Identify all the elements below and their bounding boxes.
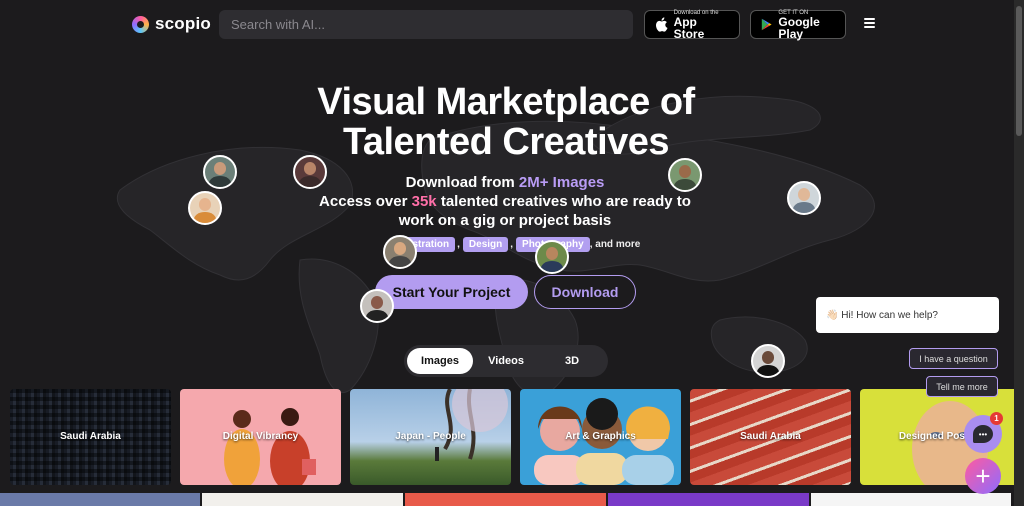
quick-reply-question[interactable]: I have a question — [909, 348, 998, 369]
hamburger-icon[interactable] — [864, 18, 875, 28]
title-line-2: Talented Creatives — [342, 121, 670, 163]
card-label: Saudi Arabia — [60, 431, 121, 442]
creative-avatar[interactable] — [203, 155, 237, 189]
brand-name: scopio — [155, 14, 211, 33]
page-scrollbar[interactable] — [1014, 0, 1024, 506]
preview-strip[interactable] — [405, 493, 606, 506]
collection-card[interactable]: Japan - People — [350, 389, 511, 485]
start-project-button[interactable]: Start Your Project — [375, 275, 528, 309]
preview-strip[interactable] — [811, 493, 1011, 506]
tags-suffix: , and more — [589, 239, 641, 250]
card-label: Saudi Arabia — [740, 431, 801, 442]
images-count-highlight: 2M+ Images — [518, 174, 605, 191]
search-input[interactable] — [219, 16, 633, 33]
preview-strip[interactable] — [202, 493, 403, 506]
scrollbar-thumb[interactable] — [1016, 6, 1022, 136]
card-label: Art & Graphics — [565, 431, 636, 442]
google-play-icon — [761, 18, 772, 31]
collection-cards: Saudi Arabia Digital Vibrancy Japan - Pe… — [10, 389, 1021, 485]
card-label: Japan - People — [395, 431, 466, 442]
add-fab-button[interactable]: + — [965, 458, 1001, 494]
subtitle-line-3: work on a gig or project basis — [398, 212, 612, 229]
tag-design[interactable]: Design — [462, 237, 509, 252]
creative-avatar[interactable] — [360, 289, 394, 323]
creative-avatar[interactable] — [188, 191, 222, 225]
collection-card[interactable]: Saudi Arabia — [690, 389, 851, 485]
chat-notification-badge: 1 — [990, 412, 1003, 425]
scopio-logo-icon — [132, 15, 149, 33]
preview-strip[interactable] — [0, 493, 200, 506]
apple-icon — [656, 17, 668, 32]
creative-avatar[interactable] — [787, 181, 821, 215]
creative-avatar[interactable] — [751, 344, 785, 378]
collection-card[interactable]: Digital Vibrancy — [180, 389, 341, 485]
card-label: Digital Vibrancy — [222, 431, 299, 442]
collection-card[interactable]: Art & Graphics — [520, 389, 681, 485]
page-title: Visual Marketplace of Talented Creatives — [250, 82, 762, 162]
subtitle-line-2-prefix: Access over — [319, 193, 412, 210]
chat-greeting-bubble: 👋🏻 Hi! How can we help? — [816, 297, 999, 333]
creative-avatar[interactable] — [535, 240, 569, 274]
preview-strip[interactable] — [608, 493, 809, 506]
quick-reply-tell-more[interactable]: Tell me more — [926, 376, 998, 397]
google-play-big-text: Google Play — [778, 14, 820, 41]
hero-subtitle: Download from 2M+ Images Access over 35k… — [280, 173, 730, 230]
chat-bubble-icon: ••• — [973, 425, 993, 443]
search-bar[interactable] — [219, 10, 633, 39]
download-button[interactable]: Download — [534, 275, 636, 309]
creative-avatar[interactable] — [293, 155, 327, 189]
creative-avatar[interactable] — [383, 235, 417, 269]
subtitle-line-1-prefix: Download from — [405, 174, 519, 191]
tab-3d[interactable]: 3D — [539, 348, 605, 374]
creative-avatar[interactable] — [668, 158, 702, 192]
tab-images[interactable]: Images — [407, 348, 473, 374]
collection-card[interactable]: Saudi Arabia — [10, 389, 171, 485]
google-play-button[interactable]: GET IT ON Google Play — [750, 10, 846, 41]
app-store-big-text: App Store — [673, 14, 705, 41]
category-tags: Illustration, Design, Photography , and … — [392, 237, 640, 252]
creatives-count-highlight: 35k — [411, 193, 437, 210]
second-row-previews — [0, 493, 1014, 506]
media-type-tabs: Images Videos 3D — [404, 345, 608, 377]
app-store-button[interactable]: Download on the App Store — [644, 10, 740, 41]
subtitle-line-2-suffix: talented creatives who are ready to — [436, 193, 691, 210]
title-line-1: Visual Marketplace of — [317, 81, 695, 123]
top-navigation-bar: scopio Download on the App Store GET IT … — [0, 0, 1024, 50]
brand-logo[interactable]: scopio — [132, 14, 211, 34]
tab-videos[interactable]: Videos — [473, 348, 539, 374]
